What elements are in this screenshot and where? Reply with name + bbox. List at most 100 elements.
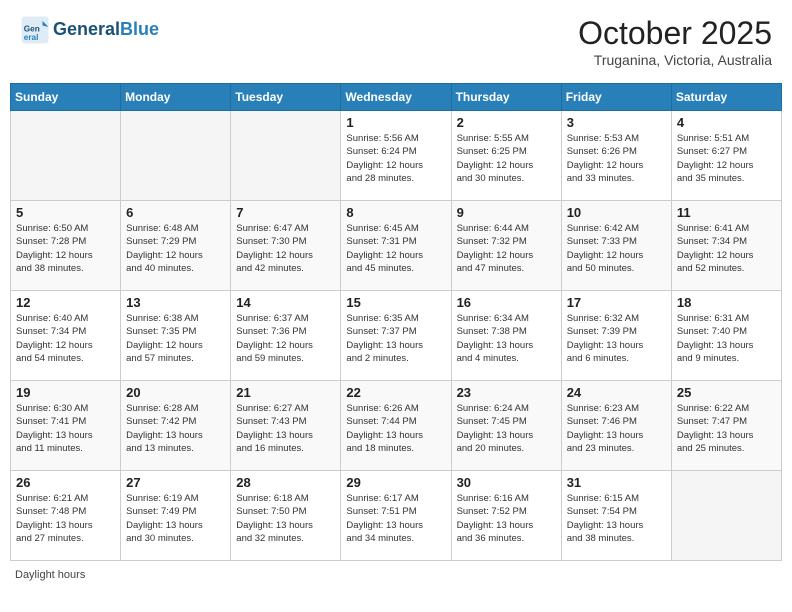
calendar-cell: 2 Sunrise: 5:55 AM Sunset: 6:25 PM Daylig…	[451, 111, 561, 201]
calendar-cell: 21Sunrise: 6:27 AM Sunset: 7:43 PM Dayli…	[231, 381, 341, 471]
calendar-cell: 6 Sunrise: 6:48 AM Sunset: 7:29 PM Daylig…	[121, 201, 231, 291]
calendar-cell: 26Sunrise: 6:21 AM Sunset: 7:48 PM Dayli…	[11, 471, 121, 561]
day-info: Sunrise: 5:51 AM Sunset: 6:27 PM Dayligh…	[677, 132, 776, 185]
calendar-cell: 30Sunrise: 6:16 AM Sunset: 7:52 PM Dayli…	[451, 471, 561, 561]
logo-text: GeneralBlue	[53, 20, 159, 40]
day-info: Sunrise: 6:16 AM Sunset: 7:52 PM Dayligh…	[457, 492, 556, 545]
calendar-dow-sunday: Sunday	[11, 84, 121, 111]
day-info: Sunrise: 6:30 AM Sunset: 7:41 PM Dayligh…	[16, 402, 115, 455]
calendar-dow-thursday: Thursday	[451, 84, 561, 111]
daylight-label: Daylight hours	[15, 569, 85, 581]
calendar-table: SundayMondayTuesdayWednesdayThursdayFrid…	[10, 83, 782, 561]
calendar-cell	[121, 111, 231, 201]
day-info: Sunrise: 6:37 AM Sunset: 7:36 PM Dayligh…	[236, 312, 335, 365]
day-info: Sunrise: 6:19 AM Sunset: 7:49 PM Dayligh…	[126, 492, 225, 545]
day-number: 12	[16, 295, 115, 310]
day-info: Sunrise: 6:47 AM Sunset: 7:30 PM Dayligh…	[236, 222, 335, 275]
day-number: 5	[16, 205, 115, 220]
calendar-cell: 18 Sunrise: 6:31 AM Sunset: 7:40 PM Dayli…	[671, 291, 781, 381]
page-header: Gen eral GeneralBlue October 2025 Trugan…	[10, 10, 782, 73]
calendar-cell: 4Sunrise: 5:51 AM Sunset: 6:27 PM Daylig…	[671, 111, 781, 201]
day-number: 23	[457, 385, 556, 400]
day-number: 6	[126, 205, 225, 220]
day-number: 22	[346, 385, 445, 400]
calendar-cell: 5 Sunrise: 6:50 AM Sunset: 7:28 PM Daylig…	[11, 201, 121, 291]
calendar-week-row: 12Sunrise: 6:40 AM Sunset: 7:34 PM Dayli…	[11, 291, 782, 381]
calendar-cell: 20Sunrise: 6:28 AM Sunset: 7:42 PM Dayli…	[121, 381, 231, 471]
day-info: Sunrise: 6:35 AM Sunset: 7:37 PM Dayligh…	[346, 312, 445, 365]
day-info: Sunrise: 5:53 AM Sunset: 6:26 PM Dayligh…	[567, 132, 666, 185]
day-info: Sunrise: 6:42 AM Sunset: 7:33 PM Dayligh…	[567, 222, 666, 275]
calendar-dow-saturday: Saturday	[671, 84, 781, 111]
logo: Gen eral GeneralBlue	[20, 15, 159, 45]
svg-text:eral: eral	[24, 33, 39, 42]
day-number: 28	[236, 475, 335, 490]
calendar-cell: 7 Sunrise: 6:47 AM Sunset: 7:30 PM Daylig…	[231, 201, 341, 291]
calendar-cell: 24Sunrise: 6:23 AM Sunset: 7:46 PM Dayli…	[561, 381, 671, 471]
day-number: 25	[677, 385, 776, 400]
day-info: Sunrise: 6:17 AM Sunset: 7:51 PM Dayligh…	[346, 492, 445, 545]
day-number: 3	[567, 115, 666, 130]
day-info: Sunrise: 6:23 AM Sunset: 7:46 PM Dayligh…	[567, 402, 666, 455]
calendar-cell: 31Sunrise: 6:15 AM Sunset: 7:54 PM Dayli…	[561, 471, 671, 561]
footer: Daylight hours	[10, 569, 782, 581]
calendar-cell: 9Sunrise: 6:44 AM Sunset: 7:32 PM Daylig…	[451, 201, 561, 291]
calendar-dow-tuesday: Tuesday	[231, 84, 341, 111]
calendar-cell: 14 Sunrise: 6:37 AM Sunset: 7:36 PM Dayli…	[231, 291, 341, 381]
day-info: Sunrise: 6:50 AM Sunset: 7:28 PM Dayligh…	[16, 222, 115, 275]
calendar-cell: 13 Sunrise: 6:38 AM Sunset: 7:35 PM Dayli…	[121, 291, 231, 381]
calendar-header-row: SundayMondayTuesdayWednesdayThursdayFrid…	[11, 84, 782, 111]
day-number: 18	[677, 295, 776, 310]
calendar-cell: 27Sunrise: 6:19 AM Sunset: 7:49 PM Dayli…	[121, 471, 231, 561]
day-info: Sunrise: 6:34 AM Sunset: 7:38 PM Dayligh…	[457, 312, 556, 365]
calendar-week-row: 26Sunrise: 6:21 AM Sunset: 7:48 PM Dayli…	[11, 471, 782, 561]
day-number: 19	[16, 385, 115, 400]
calendar-cell: 17 Sunrise: 6:32 AM Sunset: 7:39 PM Dayli…	[561, 291, 671, 381]
day-info: Sunrise: 6:22 AM Sunset: 7:47 PM Dayligh…	[677, 402, 776, 455]
day-number: 8	[346, 205, 445, 220]
calendar-cell: 25 Sunrise: 6:22 AM Sunset: 7:47 PM Dayli…	[671, 381, 781, 471]
day-number: 1	[346, 115, 445, 130]
day-info: Sunrise: 6:18 AM Sunset: 7:50 PM Dayligh…	[236, 492, 335, 545]
calendar-cell: 16 Sunrise: 6:34 AM Sunset: 7:38 PM Dayli…	[451, 291, 561, 381]
day-number: 14	[236, 295, 335, 310]
day-info: Sunrise: 6:21 AM Sunset: 7:48 PM Dayligh…	[16, 492, 115, 545]
day-info: Sunrise: 6:41 AM Sunset: 7:34 PM Dayligh…	[677, 222, 776, 275]
calendar-cell: 8 Sunrise: 6:45 AM Sunset: 7:31 PM Daylig…	[341, 201, 451, 291]
calendar-cell: 22 Sunrise: 6:26 AM Sunset: 7:44 PM Dayli…	[341, 381, 451, 471]
calendar-cell: 28 Sunrise: 6:18 AM Sunset: 7:50 PM Dayli…	[231, 471, 341, 561]
calendar-cell: 1 Sunrise: 5:56 AM Sunset: 6:24 PM Daylig…	[341, 111, 451, 201]
day-info: Sunrise: 6:15 AM Sunset: 7:54 PM Dayligh…	[567, 492, 666, 545]
location: Truganina, Victoria, Australia	[578, 52, 772, 68]
day-info: Sunrise: 6:32 AM Sunset: 7:39 PM Dayligh…	[567, 312, 666, 365]
calendar-week-row: 1 Sunrise: 5:56 AM Sunset: 6:24 PM Daylig…	[11, 111, 782, 201]
day-number: 29	[346, 475, 445, 490]
logo-icon: Gen eral	[20, 15, 50, 45]
day-info: Sunrise: 6:26 AM Sunset: 7:44 PM Dayligh…	[346, 402, 445, 455]
day-info: Sunrise: 5:55 AM Sunset: 6:25 PM Dayligh…	[457, 132, 556, 185]
title-area: October 2025 Truganina, Victoria, Austra…	[578, 15, 772, 68]
day-number: 17	[567, 295, 666, 310]
day-number: 13	[126, 295, 225, 310]
calendar-week-row: 19 Sunrise: 6:30 AM Sunset: 7:41 PM Dayli…	[11, 381, 782, 471]
day-number: 16	[457, 295, 556, 310]
day-number: 11	[677, 205, 776, 220]
day-info: Sunrise: 6:48 AM Sunset: 7:29 PM Dayligh…	[126, 222, 225, 275]
day-number: 21	[236, 385, 335, 400]
calendar-dow-friday: Friday	[561, 84, 671, 111]
day-number: 7	[236, 205, 335, 220]
day-info: Sunrise: 6:38 AM Sunset: 7:35 PM Dayligh…	[126, 312, 225, 365]
day-number: 2	[457, 115, 556, 130]
calendar-dow-monday: Monday	[121, 84, 231, 111]
day-number: 9	[457, 205, 556, 220]
day-info: Sunrise: 6:31 AM Sunset: 7:40 PM Dayligh…	[677, 312, 776, 365]
calendar-cell: 29 Sunrise: 6:17 AM Sunset: 7:51 PM Dayli…	[341, 471, 451, 561]
day-info: Sunrise: 5:56 AM Sunset: 6:24 PM Dayligh…	[346, 132, 445, 185]
calendar-cell: 3 Sunrise: 5:53 AM Sunset: 6:26 PM Daylig…	[561, 111, 671, 201]
day-number: 15	[346, 295, 445, 310]
day-number: 10	[567, 205, 666, 220]
calendar-cell: 10 Sunrise: 6:42 AM Sunset: 7:33 PM Dayli…	[561, 201, 671, 291]
day-info: Sunrise: 6:28 AM Sunset: 7:42 PM Dayligh…	[126, 402, 225, 455]
day-info: Sunrise: 6:45 AM Sunset: 7:31 PM Dayligh…	[346, 222, 445, 275]
calendar-cell: 11 Sunrise: 6:41 AM Sunset: 7:34 PM Dayli…	[671, 201, 781, 291]
